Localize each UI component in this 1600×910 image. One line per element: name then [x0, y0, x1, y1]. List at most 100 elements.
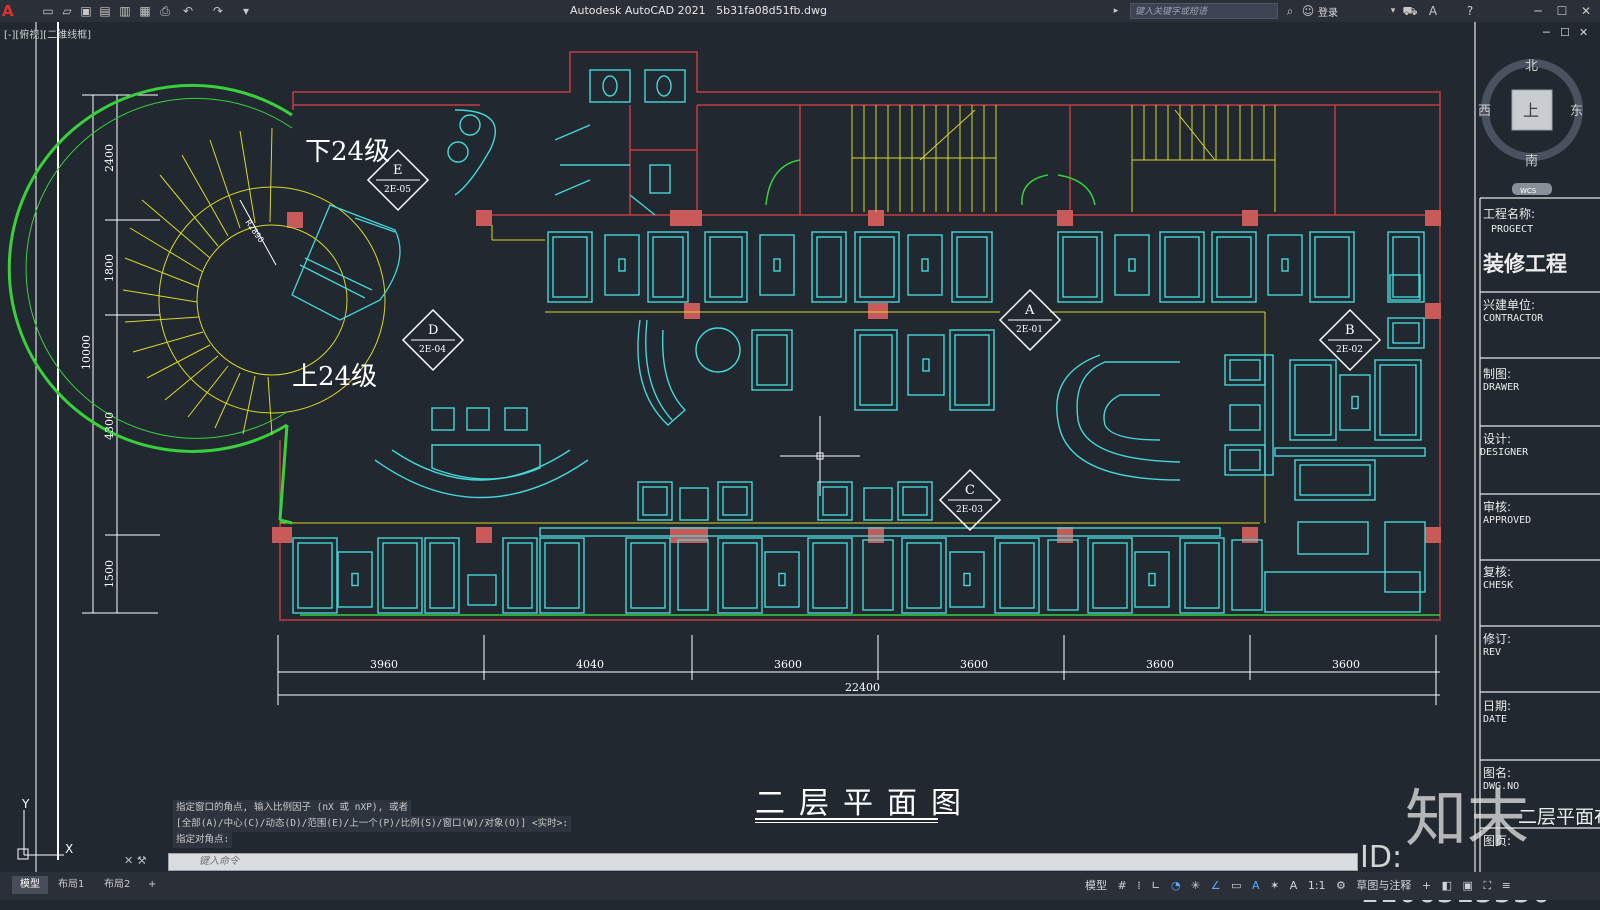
- workspace-selector[interactable]: 草图与注释: [1356, 879, 1411, 892]
- command-line-controls[interactable]: ✕ ⚒: [124, 854, 147, 867]
- customize-menu-icon[interactable]: ≡: [1502, 879, 1511, 892]
- autocad-logo-icon[interactable]: A: [2, 2, 18, 20]
- undo-icon[interactable]: ↶: [180, 3, 196, 19]
- chair-seat: [630, 542, 666, 609]
- fullscreen-icon[interactable]: ⛶: [1483, 879, 1491, 892]
- tb-designer-en: DESIGNER: [1480, 447, 1529, 458]
- tb-check-en: CHESK: [1483, 580, 1514, 591]
- user-icon[interactable]: ☺: [1300, 3, 1316, 19]
- viewcube-south[interactable]: 南: [1525, 153, 1538, 169]
- tab-add[interactable]: +: [140, 876, 164, 894]
- stair-down-label: 下24级: [305, 137, 390, 167]
- close-command-icon[interactable]: ✕: [124, 854, 133, 867]
- viewcube-wcs[interactable]: WCS: [1520, 187, 1537, 195]
- save-as-icon[interactable]: ▤: [97, 3, 113, 19]
- plus-icon[interactable]: +: [1422, 879, 1431, 892]
- osnap-icon[interactable]: ✳: [1191, 879, 1200, 892]
- bottom-dimension-lines: [277, 635, 1440, 705]
- command-history: 指定窗口的角点, 输入比例因子 (nX 或 nXP), 或者 [全部(A)/中心…: [173, 800, 572, 848]
- minimize-icon[interactable]: ─: [1530, 3, 1546, 19]
- left-dimension-lines: [82, 94, 160, 614]
- chair-seat: [1392, 322, 1420, 344]
- tab-model[interactable]: 模型: [12, 876, 48, 894]
- chair-seat: [297, 542, 333, 609]
- annotation-icon[interactable]: A: [1252, 879, 1260, 892]
- cart-icon[interactable]: ⛟: [1402, 3, 1418, 19]
- search-input[interactable]: 键入关键字或短语: [1130, 3, 1278, 19]
- scale-selector[interactable]: 1:1: [1308, 879, 1326, 892]
- table: [679, 487, 709, 521]
- login-link[interactable]: 登录: [1318, 4, 1338, 19]
- ortho-icon[interactable]: ∟: [1151, 879, 1160, 892]
- chair-seat: [1184, 542, 1220, 609]
- table: [1134, 551, 1170, 608]
- lineweight-icon[interactable]: ▭: [1231, 879, 1241, 892]
- left-dimension-texts: 2400 1800 4300 1500 10000: [80, 144, 116, 588]
- polar-icon[interactable]: ◔: [1171, 879, 1181, 892]
- customize-toolbar-icon[interactable]: ▾: [238, 3, 254, 19]
- tab-layout1[interactable]: 布局1: [50, 876, 92, 894]
- viewport-controls[interactable]: ─ ☐ ✕: [1542, 26, 1588, 39]
- table: [1114, 234, 1150, 296]
- chair: [704, 231, 748, 303]
- doors: [300, 159, 1440, 616]
- workspace-gear-icon[interactable]: ⚙: [1336, 879, 1346, 892]
- command-history-line: 指定窗口的角点, 输入比例因子 (nX 或 nXP), 或者: [173, 800, 412, 816]
- viewcube-west[interactable]: 西: [1478, 104, 1491, 119]
- plot-icon[interactable]: ⎙: [157, 3, 173, 19]
- help-icon[interactable]: ?: [1462, 3, 1478, 19]
- chair-seat: [544, 542, 580, 609]
- search-expand-icon[interactable]: ▸: [1108, 3, 1124, 19]
- viewcube[interactable]: [1481, 59, 1583, 195]
- a360-icon[interactable]: A: [1425, 3, 1441, 19]
- maximize-icon[interactable]: ☐: [1554, 3, 1570, 19]
- table: [949, 551, 985, 608]
- tb-approved-cn: 审核:: [1483, 500, 1512, 514]
- otrack-icon[interactable]: ∠: [1211, 879, 1221, 892]
- viewport-label[interactable]: [-][俯视][二维线框]: [4, 26, 91, 41]
- dim-total-text: 10000: [80, 335, 93, 370]
- tb-rev-cn: 修订:: [1483, 632, 1512, 646]
- isolate-icon[interactable]: ◧: [1442, 879, 1452, 892]
- tb-drawer-en: DRAWER: [1483, 382, 1520, 393]
- dim-total-text: 22400: [845, 681, 880, 694]
- table-decor: [618, 258, 626, 272]
- section-marker-a: A 2E-01: [998, 288, 1062, 352]
- annotation-visibility-icon[interactable]: ✶: [1270, 879, 1279, 892]
- open-web-icon[interactable]: ▥: [117, 3, 133, 19]
- chair-seat: [859, 236, 895, 298]
- tab-layout2[interactable]: 布局2: [96, 876, 138, 894]
- table-decor: [921, 258, 929, 272]
- table-decor: [1148, 572, 1156, 587]
- drawing-canvas[interactable]: R2890 下24级 上24级 A2E-01 B2E-02C2E-03D2E-0…: [0, 22, 1600, 872]
- chair: [807, 537, 853, 614]
- hardware-icon[interactable]: ▣: [1463, 879, 1473, 892]
- grid-icon[interactable]: #: [1118, 879, 1127, 892]
- customize-command-icon[interactable]: ⚒: [137, 854, 147, 867]
- chair-seat: [709, 236, 743, 298]
- piano: [291, 204, 401, 321]
- save-icon[interactable]: ▣: [78, 3, 94, 19]
- snap-icon[interactable]: ⁞: [1137, 879, 1141, 892]
- svg-text:─: ─: [1542, 26, 1550, 39]
- status-toggles: 模型 # ⁞ ∟ ◔ ✳ ∠ ▭ A ✶ A 1:1 ⚙ 草图与注释 + ◧ ▣…: [1085, 877, 1518, 893]
- new-file-icon[interactable]: ▭: [40, 3, 56, 19]
- dropdown-icon[interactable]: ▾: [1385, 3, 1401, 19]
- annotation-scale-icon[interactable]: A: [1290, 879, 1298, 892]
- save-web-icon[interactable]: ▦: [137, 3, 153, 19]
- redo-icon[interactable]: ↷: [210, 3, 226, 19]
- table-decor: [963, 572, 971, 587]
- viewcube-top[interactable]: 上: [1523, 101, 1539, 120]
- viewcube-east[interactable]: 东: [1570, 104, 1583, 119]
- bottom-dimension-texts: 3960 4040 3600 3600 3600 3600 22400: [370, 658, 1360, 694]
- close-icon[interactable]: ✕: [1578, 3, 1594, 19]
- command-input[interactable]: 键入命令: [168, 853, 1358, 871]
- model-space-toggle[interactable]: 模型: [1085, 879, 1107, 892]
- section-markers: A 2E-01 B 2E-02 C 2E-03 D 2E-04 E 2E-05: [366, 148, 1382, 532]
- search-icon[interactable]: ⌕: [1282, 3, 1298, 19]
- dim-text: 2400: [103, 144, 116, 172]
- open-file-icon[interactable]: ▱: [59, 3, 75, 19]
- viewcube-north[interactable]: 北: [1525, 59, 1538, 74]
- chair-seat: [429, 542, 455, 609]
- planter: [677, 539, 709, 611]
